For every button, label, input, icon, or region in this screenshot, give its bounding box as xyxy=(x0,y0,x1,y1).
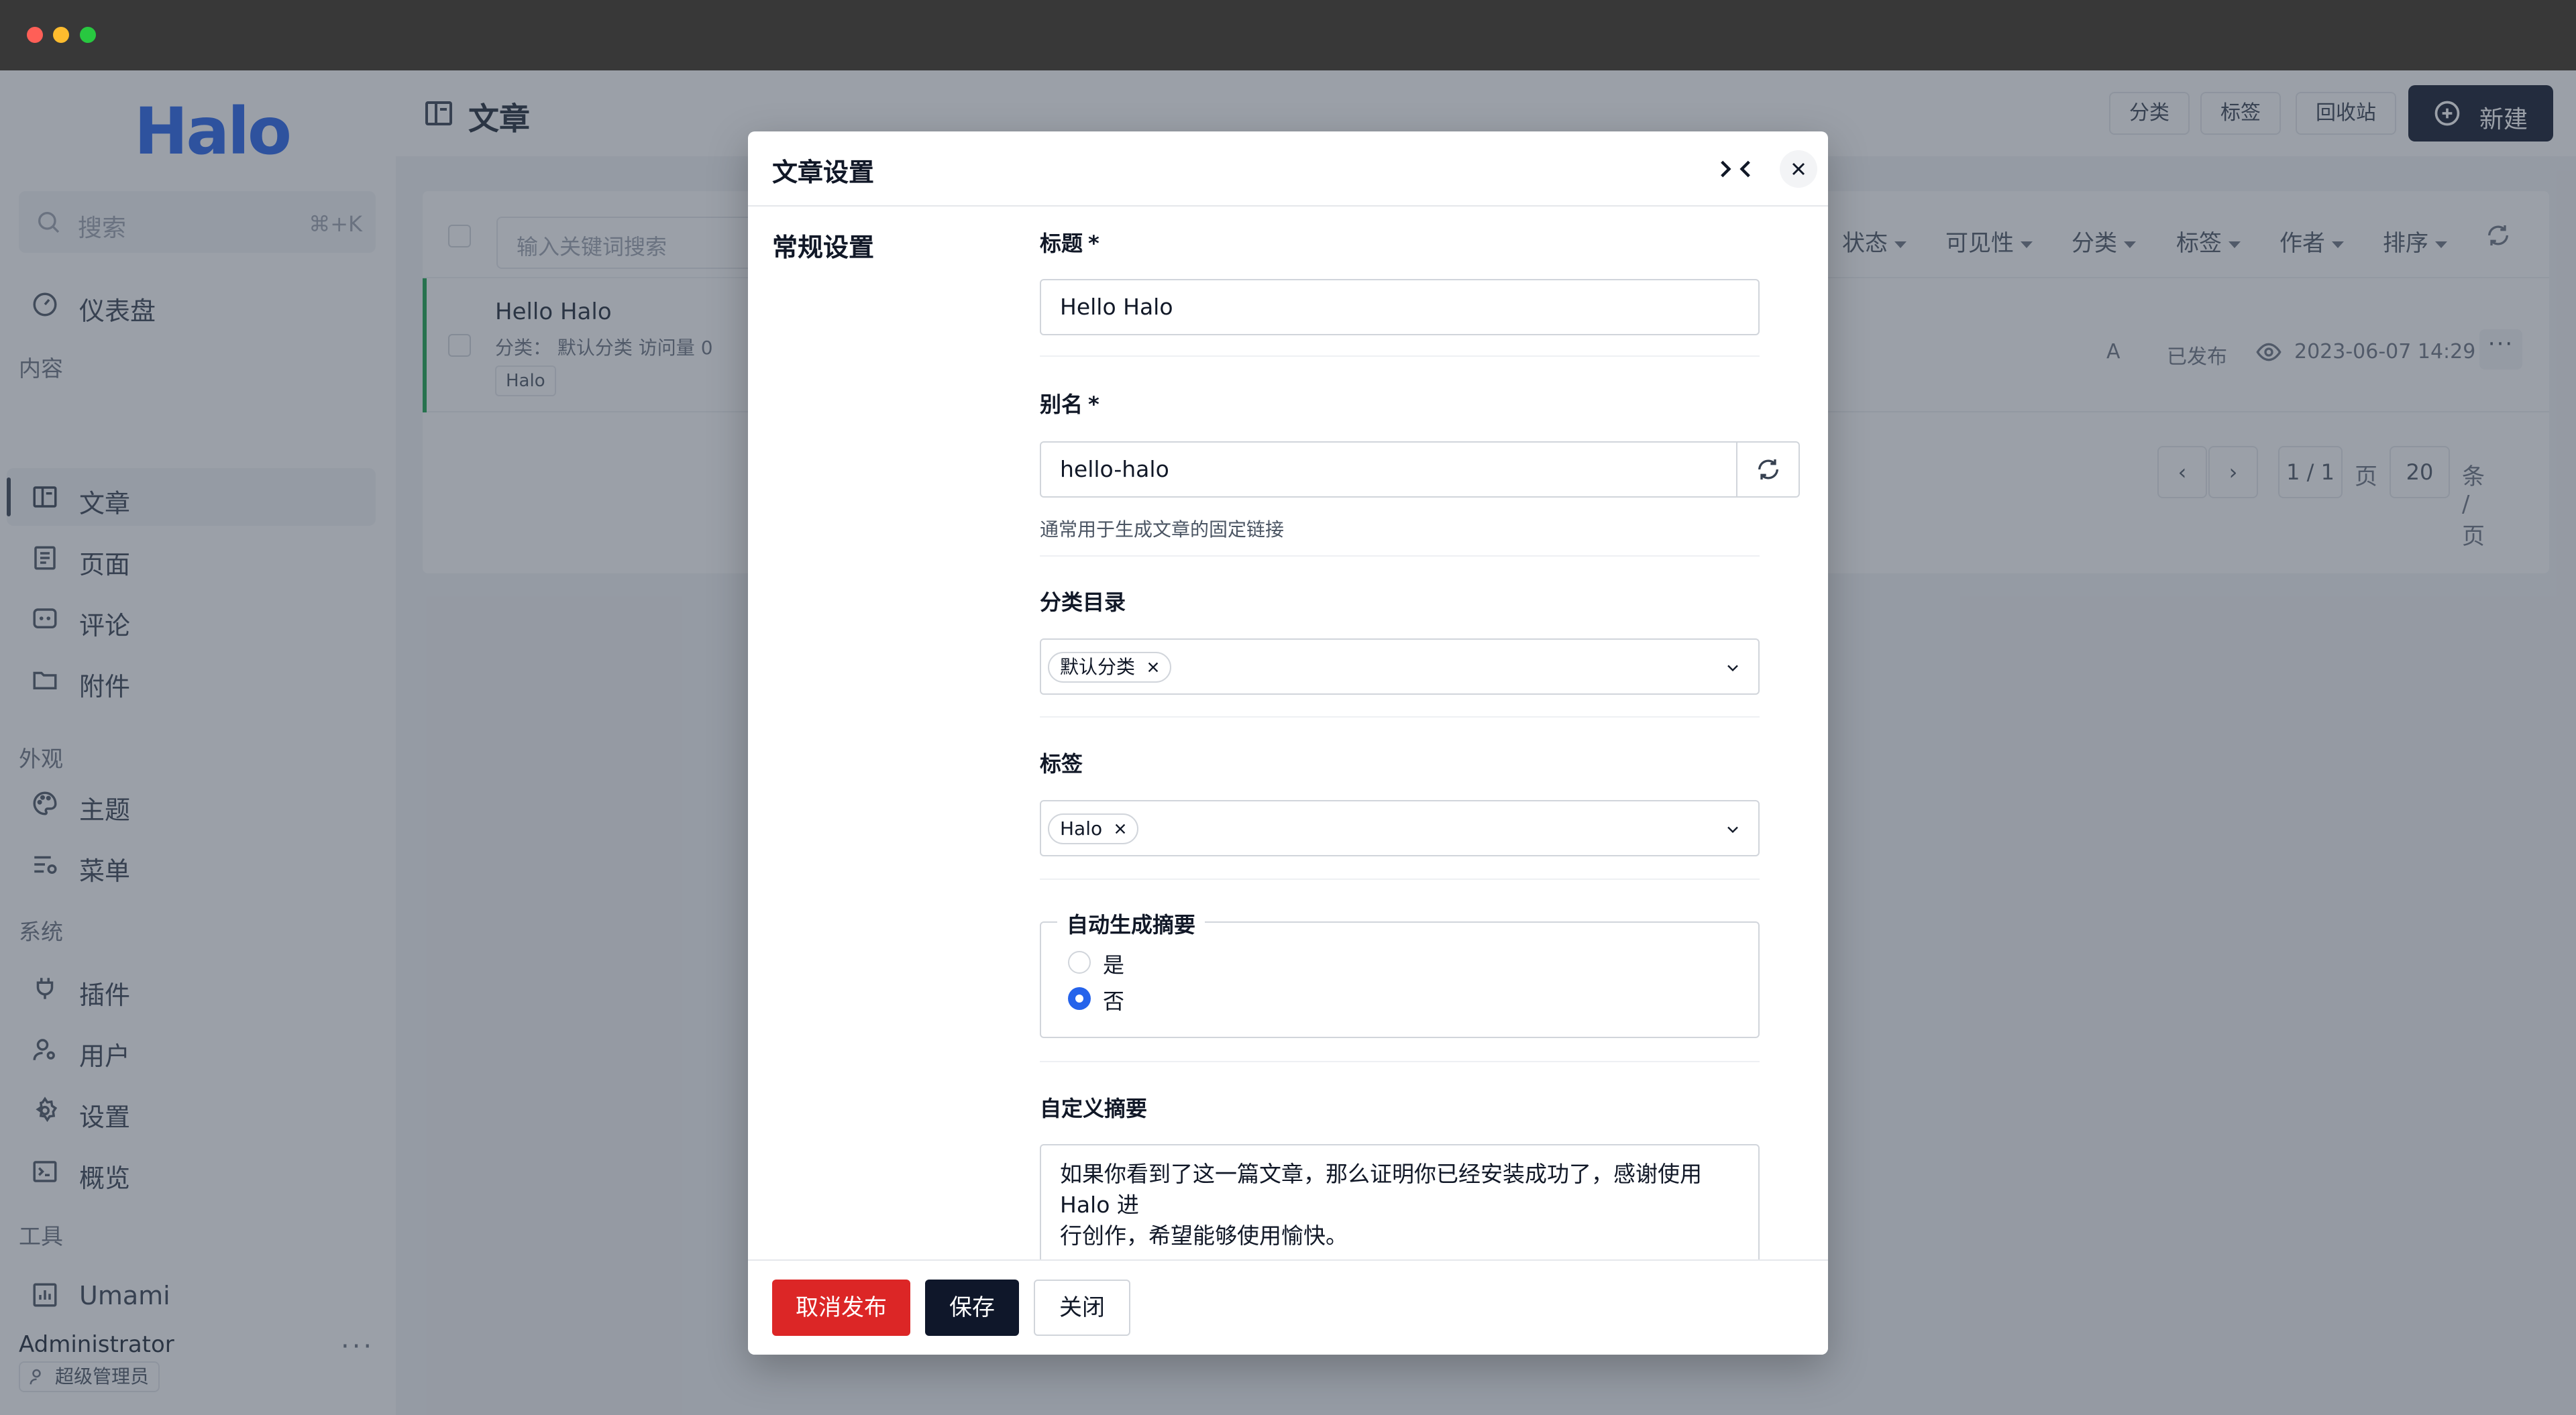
close-window-button[interactable] xyxy=(27,27,43,43)
divider xyxy=(1040,1061,1760,1062)
window-titlebar xyxy=(0,0,2576,70)
refresh-icon xyxy=(1758,459,1778,479)
auto-excerpt-label: 自动生成摘要 xyxy=(1057,908,1205,939)
modal-body: 常规设置 标题 * Hello Halo 别名 * hello-halo 通常用于生… xyxy=(748,207,1828,1259)
tags-field-label: 标签 xyxy=(1040,751,1083,777)
maximize-window-button[interactable] xyxy=(80,27,96,43)
save-button[interactable]: 保存 xyxy=(925,1280,1019,1336)
section-title: 常规设置 xyxy=(772,233,875,262)
chevron-down-icon xyxy=(1727,665,1738,672)
remove-chip-icon[interactable] xyxy=(1113,822,1128,836)
auto-excerpt-yes-radio[interactable] xyxy=(1068,951,1091,974)
slug-label: 别名 xyxy=(1040,392,1083,417)
remove-chip-icon[interactable] xyxy=(1146,660,1161,675)
divider xyxy=(1040,555,1760,557)
chip-label: Halo xyxy=(1060,817,1103,840)
required-mark: * xyxy=(1088,231,1099,256)
auto-excerpt-fieldset: 自动生成摘要 是 否 xyxy=(1040,908,1760,1038)
minimize-window-button[interactable] xyxy=(53,27,69,43)
required-mark: * xyxy=(1088,392,1099,417)
custom-excerpt-textarea[interactable]: 如果你看到了这一篇文章，那么证明你已经安装成功了，感谢使用 Halo 进 行创作… xyxy=(1040,1144,1760,1259)
unpublish-button[interactable]: 取消发布 xyxy=(772,1280,910,1336)
chevron-down-icon xyxy=(1727,826,1738,834)
chevron-right-icon[interactable] xyxy=(1707,152,1742,186)
auto-excerpt-no-radio[interactable] xyxy=(1068,987,1091,1010)
chip-label: 默认分类 xyxy=(1060,656,1136,678)
category-select[interactable]: 默认分类 xyxy=(1040,638,1760,695)
tag-chip: Halo xyxy=(1048,813,1139,844)
title-label: 标题 xyxy=(1040,231,1083,256)
slug-input[interactable]: hello-halo xyxy=(1040,441,1737,498)
modal-title: 文章设置 xyxy=(772,158,875,187)
regenerate-slug-button[interactable] xyxy=(1736,441,1800,498)
divider xyxy=(1040,879,1760,880)
close-icon xyxy=(1792,162,1805,176)
post-settings-modal: 文章设置 常规设置 标题 * Hello Halo 别名 * hello-halo … xyxy=(748,131,1828,1355)
close-button[interactable]: 关闭 xyxy=(1034,1280,1130,1336)
modal-header: 文章设置 xyxy=(748,131,1828,207)
excerpt-line: 行创作，希望能够使用愉快。 xyxy=(1060,1223,1348,1249)
slug-help-text: 通常用于生成文章的固定链接 xyxy=(1040,518,1285,541)
modal-close-button[interactable] xyxy=(1780,150,1817,188)
modal-footer: 取消发布 保存 关闭 xyxy=(748,1259,1828,1355)
custom-excerpt-field-label: 自定义摘要 xyxy=(1040,1096,1148,1121)
title-field-label: 标题 * xyxy=(1040,227,1099,258)
auto-excerpt-no-label[interactable]: 否 xyxy=(1103,984,1124,1015)
tags-select[interactable]: Halo xyxy=(1040,800,1760,856)
auto-excerpt-yes-label[interactable]: 是 xyxy=(1103,948,1124,979)
title-input[interactable]: Hello Halo xyxy=(1040,279,1760,335)
divider xyxy=(1040,716,1760,718)
category-field-label: 分类目录 xyxy=(1040,589,1126,615)
category-chip: 默认分类 xyxy=(1048,652,1172,683)
excerpt-line: 如果你看到了这一篇文章，那么证明你已经安装成功了，感谢使用 Halo 进 xyxy=(1060,1161,1702,1218)
divider xyxy=(1040,355,1760,357)
slug-field-label: 别名 * xyxy=(1040,388,1099,418)
